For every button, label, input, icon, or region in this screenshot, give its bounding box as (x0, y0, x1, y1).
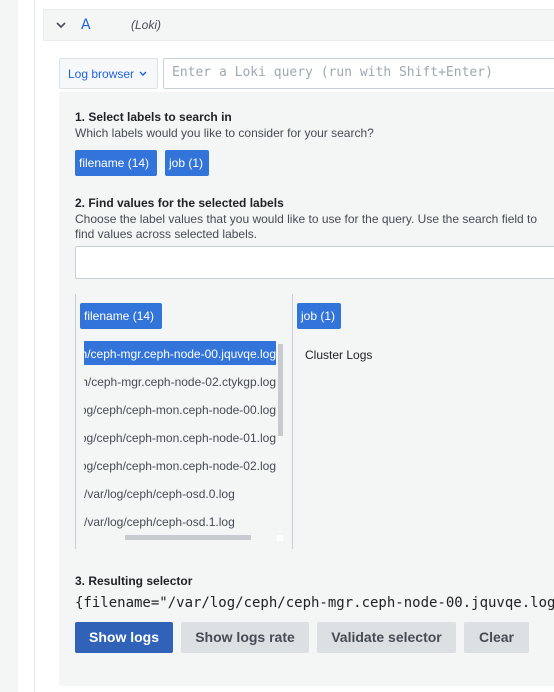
chevron-down-icon[interactable] (54, 18, 68, 32)
step1-title: 1. Select labels to search in (75, 110, 232, 124)
step2-description: Choose the label values that you would l… (75, 212, 538, 241)
log-browser-button[interactable]: Log browser (59, 58, 158, 89)
step2-title: 2. Find values for the selected labels (75, 196, 284, 210)
validate-selector-button[interactable]: Validate selector (317, 622, 456, 653)
show-logs-rate-button[interactable]: Show logs rate (181, 622, 309, 653)
resulting-selector: {filename="/var/log/ceph/ceph-mgr.ceph-n… (75, 595, 554, 611)
scrollbar-corner (277, 535, 283, 541)
chevron-down-icon (139, 71, 147, 76)
horizontal-scrollbar-thumb[interactable] (125, 535, 251, 540)
vertical-scrollbar-thumb[interactable] (278, 344, 283, 436)
clear-button[interactable]: Clear (464, 622, 529, 653)
list-item[interactable]: /var/log/ceph/ceph-osd.0.log (84, 481, 276, 505)
show-logs-button[interactable]: Show logs (75, 622, 173, 653)
label-values-box: filename (14) job (1) /var/log/ceph/ceph… (75, 294, 554, 549)
query-ref-id[interactable]: A (81, 17, 91, 33)
job-value-item[interactable]: Cluster Logs (305, 348, 372, 362)
label-values-search-input[interactable] (75, 246, 554, 279)
column-divider (75, 294, 76, 549)
step3-title: 3. Resulting selector (75, 574, 193, 588)
list-item[interactable]: /var/log/ceph/ceph-mon.ceph-node-00.log (84, 397, 276, 421)
label-browser: 1. Select labels to search in Which labe… (59, 92, 554, 686)
query-row-header[interactable]: A (Loki) (43, 9, 554, 41)
list-item[interactable]: /var/log/ceph/ceph-mon.ceph-node-02.log (84, 453, 276, 477)
query-input[interactable]: Enter a Loki query (run with Shift+Enter… (163, 58, 554, 89)
datasource-name: (Loki) (131, 18, 162, 32)
list-item[interactable]: /var/log/ceph/ceph-mgr.ceph-node-02.ctyk… (84, 369, 276, 393)
left-gutter (0, 0, 18, 692)
column-header-job[interactable]: job (1) (297, 303, 341, 329)
log-browser-label: Log browser (68, 67, 135, 81)
list-item[interactable]: /var/log/ceph/ceph-mon.ceph-node-01.log (84, 425, 276, 449)
column-divider (292, 294, 293, 549)
label-tag-filename[interactable]: filename (14) (75, 150, 157, 176)
list-item[interactable]: /var/log/ceph/ceph-mgr.ceph-node-00.jquv… (84, 341, 276, 365)
column-header-filename[interactable]: filename (14) (80, 303, 162, 329)
list-item[interactable]: /var/log/ceph/ceph-osd.1.log (84, 509, 276, 533)
step1-description: Which labels would you like to consider … (75, 126, 374, 140)
filename-values-list[interactable]: /var/log/ceph/ceph-mgr.ceph-node-00.jquv… (84, 341, 276, 537)
label-tag-job[interactable]: job (1) (165, 150, 209, 176)
panel-border (34, 0, 35, 692)
